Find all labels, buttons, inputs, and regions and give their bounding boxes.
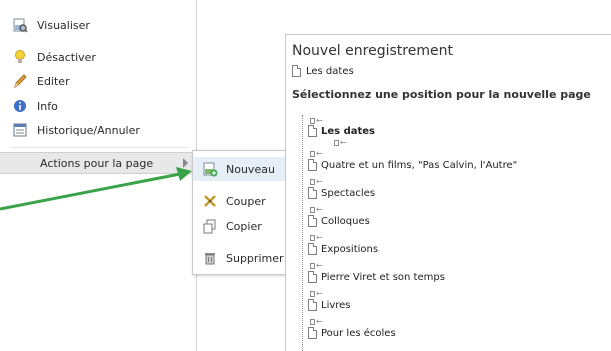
annotation-arrow xyxy=(0,167,192,211)
annotation-arrow-line xyxy=(0,172,181,211)
annotation-arrowhead xyxy=(176,167,192,181)
